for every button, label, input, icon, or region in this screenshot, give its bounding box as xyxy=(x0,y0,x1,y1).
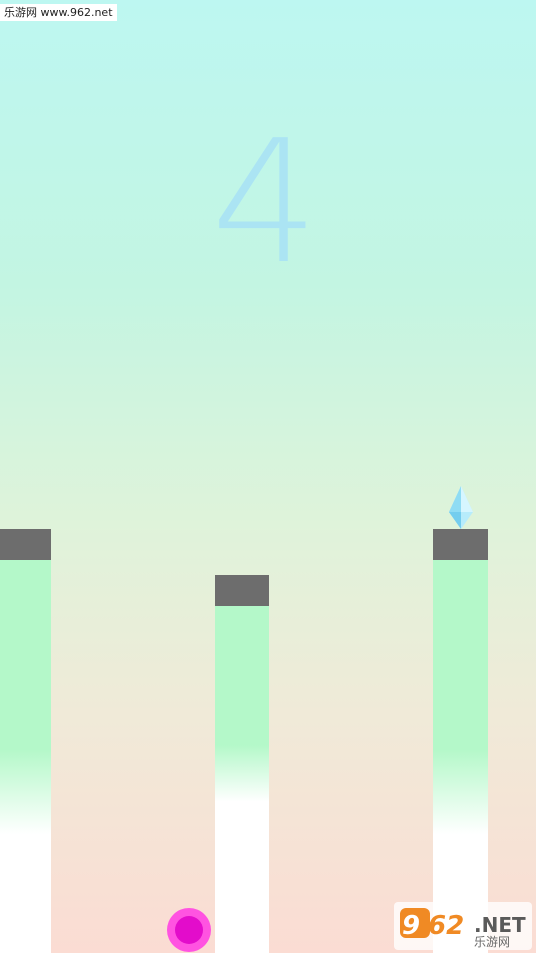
pillar-cap xyxy=(433,529,488,560)
pillar-right xyxy=(433,529,488,953)
site-watermark: 乐游网 www.962.net xyxy=(0,4,117,21)
pillar-cap xyxy=(215,575,269,606)
svg-text:乐游网: 乐游网 xyxy=(474,935,510,949)
game-stage[interactable]: 乐游网 www.962.net 4 9 62 .NET 乐游网 xyxy=(0,0,536,953)
pillar-left xyxy=(0,529,51,953)
player-ball-icon[interactable] xyxy=(167,908,211,952)
pillar-middle xyxy=(215,575,269,953)
site-logo: 9 62 .NET 乐游网 xyxy=(394,902,532,950)
pillar-cap xyxy=(0,529,51,560)
diamond-gem-icon xyxy=(449,486,473,529)
player-ball-core xyxy=(175,916,203,944)
svg-text:62: 62 xyxy=(428,911,464,941)
score-counter: 4 xyxy=(210,104,320,302)
svg-text:9: 9 xyxy=(402,911,420,941)
svg-text:.NET: .NET xyxy=(474,913,526,937)
